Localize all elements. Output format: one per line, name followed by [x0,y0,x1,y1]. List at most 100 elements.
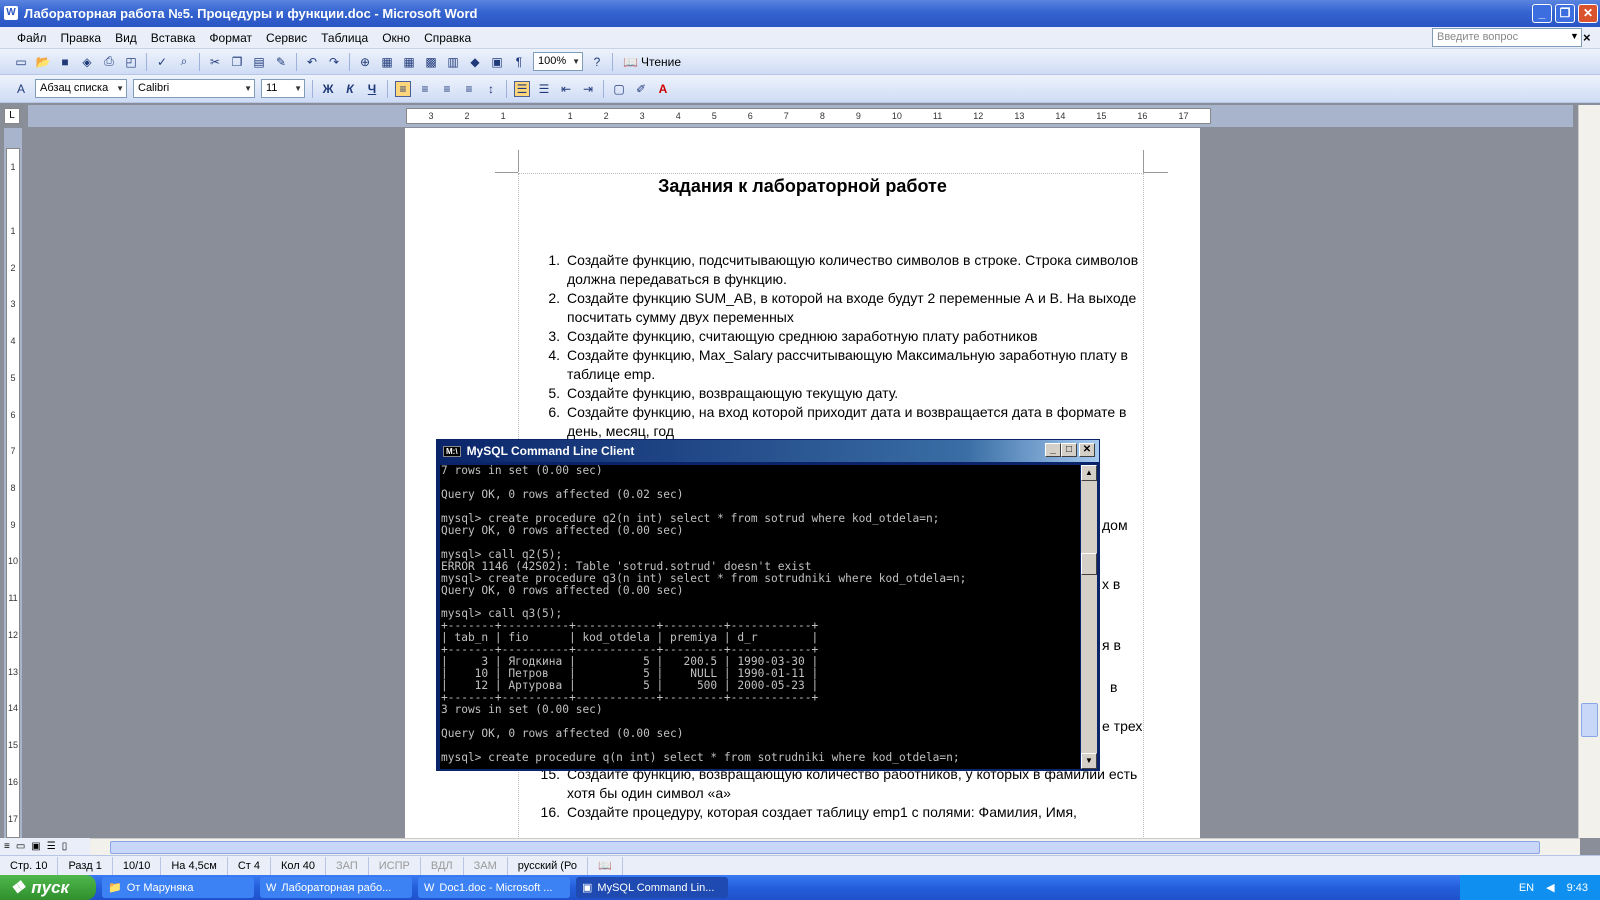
tray-arrow-icon[interactable]: ◀ [1546,881,1554,894]
insert-table-icon[interactable]: ▦ [401,54,417,70]
mysql-console-window[interactable]: M:\ MySQL Command Line Client _ □ ✕ 7 ro… [436,439,1100,771]
menu-insert[interactable]: Вставка [144,28,203,48]
web-view-icon[interactable]: ▭ [16,841,25,852]
menu-window[interactable]: Окно [375,28,417,48]
print-icon[interactable]: ⎙ [101,54,117,70]
horizontal-ruler[interactable]: 3 2 1 1 2 3 4 5 6 7 8 9 10 11 12 13 14 15 16 17 [28,105,1573,127]
word-app-icon[interactable]: W [4,6,18,20]
console-maximize-button[interactable]: □ [1061,443,1077,457]
style-select[interactable]: Абзац списка ▼ [35,79,127,98]
styles-icon[interactable]: A [13,81,29,97]
font-select[interactable]: Calibri ▼ [133,79,255,98]
help-icon[interactable]: ? [589,54,605,70]
console-title: MySQL Command Line Client [466,444,635,458]
permission-icon[interactable]: ◈ [79,54,95,70]
menu-file[interactable]: Файл [10,28,54,48]
paste-icon[interactable]: ▤ [251,54,267,70]
align-right-icon[interactable]: ≡ [439,81,455,97]
taskbar-item-folder[interactable]: 📁 От Маруняка [102,877,254,898]
console-scrollbar[interactable]: ▲ ▼ [1081,465,1097,769]
pilcrow-icon[interactable]: ¶ [511,54,527,70]
help-question-input[interactable]: Введите вопрос [1432,28,1582,47]
print-layout-icon[interactable]: ▣ [31,841,40,852]
print-preview-icon[interactable]: ◰ [123,54,139,70]
status-column: Кол 40 [271,856,326,875]
restore-button[interactable]: ❐ [1555,4,1575,23]
align-left-icon[interactable]: ≡ [395,80,411,97]
italic-button[interactable]: К [342,81,358,97]
font-color-icon[interactable]: A [655,81,671,97]
numbering-icon[interactable]: ☰ [514,80,530,97]
vertical-scroll-thumb[interactable] [1581,703,1598,737]
highlight-icon[interactable]: ✐ [633,81,649,97]
bold-button[interactable]: Ж [320,81,336,97]
horizontal-scroll-thumb[interactable] [110,841,1540,854]
align-center-icon[interactable]: ≡ [417,81,433,97]
outline-view-icon[interactable]: ☰ [47,841,56,852]
menu-edit[interactable]: Правка [54,28,109,48]
line-spacing-icon[interactable]: ↕ [483,81,499,97]
borders-icon[interactable]: ▢ [611,81,627,97]
language-indicator[interactable]: EN [1519,882,1534,894]
increase-indent-icon[interactable]: ⇥ [580,81,596,97]
taskbar-item-mysql[interactable]: ▣ MySQL Command Lin... [576,877,728,898]
insert-excel-icon[interactable]: ▩ [423,54,439,70]
cut-icon[interactable]: ✂ [207,54,223,70]
console-output[interactable]: 7 rows in set (0.00 sec) Query OK, 0 row… [440,465,1080,769]
undo-icon[interactable]: ↶ [304,54,320,70]
hyperlink-icon[interactable]: ⊕ [357,54,373,70]
menu-table[interactable]: Таблица [314,28,375,48]
justify-icon[interactable]: ≡ [461,81,477,97]
font-size-select[interactable]: 11 ▼ [261,79,305,98]
menu-help[interactable]: Справка [417,28,478,48]
reading-mode-button[interactable]: 📖 Чтение [623,55,681,69]
bullets-icon[interactable]: ☰ [536,81,552,97]
clock[interactable]: 9:43 [1567,882,1588,894]
drawing-icon[interactable]: ◆ [467,54,483,70]
start-button[interactable]: ❖ пуск [0,875,96,900]
new-document-icon[interactable]: ▭ [13,54,29,70]
formatting-toolbar: A Абзац списка ▼ Calibri ▼ 11 ▼ Ж К Ч ≡ ≡ ≡… [0,75,1600,103]
reading-view-icon[interactable]: ▯ [62,841,68,852]
format-painter-icon[interactable]: ✎ [273,54,289,70]
vertical-ruler[interactable]: 1 1 2 3 4 5 6 7 8 9 10 11 12 13 14 15 16 17 [4,128,22,838]
taskbar-item-word-doc1[interactable]: W Doc1.doc - Microsoft ... [418,877,570,898]
zoom-select[interactable]: 100% ▼ [533,52,583,71]
console-scroll-thumb[interactable] [1081,553,1097,575]
menu-tools[interactable]: Сервис [259,28,314,48]
menu-format[interactable]: Формат [202,28,259,48]
status-ext[interactable]: ВДЛ [421,856,464,875]
status-language[interactable]: русский (Ро [508,856,588,875]
spelling-icon[interactable]: ✓ [154,54,170,70]
spelling-status-icon[interactable]: 📖 [588,856,623,875]
document-close-button[interactable]: × [1583,30,1591,45]
open-folder-icon[interactable]: 📂 [35,54,51,70]
scroll-up-icon[interactable]: ▲ [1081,465,1097,481]
vertical-scrollbar[interactable] [1578,105,1600,838]
status-ovr[interactable]: ЗАМ [464,856,508,875]
menu-view[interactable]: Вид [108,28,144,48]
console-minimize-button[interactable]: _ [1045,443,1061,457]
decrease-indent-icon[interactable]: ⇤ [558,81,574,97]
research-icon[interactable]: ⌕ [176,54,192,70]
chevron-down-icon[interactable]: ▼ [1570,31,1579,41]
view-buttons: ≡ ▭ ▣ ☰ ▯ [0,838,90,855]
scroll-down-icon[interactable]: ▼ [1081,753,1097,769]
underline-button[interactable]: Ч [364,81,380,97]
taskbar-item-word-lab[interactable]: W Лабораторная рабо... [260,877,412,898]
console-close-button[interactable]: ✕ [1079,443,1095,457]
normal-view-icon[interactable]: ≡ [4,841,10,852]
columns-icon[interactable]: ▥ [445,54,461,70]
document-map-icon[interactable]: ▣ [489,54,505,70]
status-rec[interactable]: ЗАП [326,856,369,875]
horizontal-scrollbar[interactable] [90,838,1580,855]
status-trk[interactable]: ИСПР [369,856,421,875]
copy-icon[interactable]: ❐ [229,54,245,70]
save-icon[interactable]: ■ [57,54,73,70]
close-window-button[interactable]: ✕ [1578,4,1598,23]
tables-borders-icon[interactable]: ▦ [379,54,395,70]
console-title-bar[interactable]: M:\ MySQL Command Line Client [437,440,1099,462]
minimize-button[interactable]: _ [1532,4,1552,23]
redo-icon[interactable]: ↷ [326,54,342,70]
tab-selector[interactable]: L [4,108,20,124]
